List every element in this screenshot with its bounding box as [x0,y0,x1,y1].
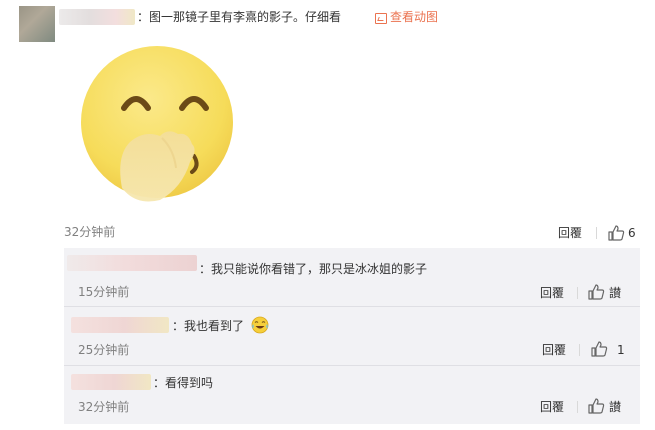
thumbs-up-icon[interactable] [587,397,605,415]
action-divider [579,344,580,356]
thumbs-up-icon[interactable] [587,283,605,301]
reply-button[interactable]: 回覆 [542,342,566,358]
like-count: 讃 [609,400,622,414]
comment-text: ：图一那镜子里有李熹的影子。仔细看 [137,10,342,24]
reply-time: 15分钟前 [78,285,130,299]
reply-text: ：看得到吗 [153,376,214,390]
reply-text: ：我也看到了 [172,319,245,333]
reply-time: 25分钟前 [78,343,130,357]
reply-text: ：我只能说你看错了，那只是冰冰姐的影子 [199,262,428,276]
reply-author-redacted[interactable] [71,374,151,390]
thumbs-up-icon[interactable] [607,224,625,242]
action-divider [577,401,578,413]
shy-smile-emoji [81,46,233,202]
like-count: 6 [628,226,636,240]
thumbs-up-icon[interactable] [590,340,608,358]
commenter-name-redacted[interactable] [59,9,135,25]
reply-button[interactable]: 回覆 [558,225,582,241]
view-gif-link[interactable]: 查看动图 [390,9,438,25]
reply-time: 32分钟前 [78,400,130,414]
reply-author-redacted[interactable] [71,317,169,333]
laughing-crying-emoji [251,316,269,334]
reply-author-redacted[interactable] [67,255,197,271]
like-count: 1 [617,343,625,357]
comment-image[interactable] [64,38,246,216]
like-count: 讃 [609,286,622,300]
gif-link-icon[interactable] [375,13,387,24]
reply-divider [64,306,640,307]
reply-divider [64,365,640,366]
reply-button[interactable]: 回覆 [540,399,564,415]
reply-button[interactable]: 回覆 [540,285,564,301]
commenter-avatar[interactable] [19,6,55,42]
action-divider [596,227,597,239]
action-divider [577,287,578,299]
comment-time: 32分钟前 [64,225,116,239]
